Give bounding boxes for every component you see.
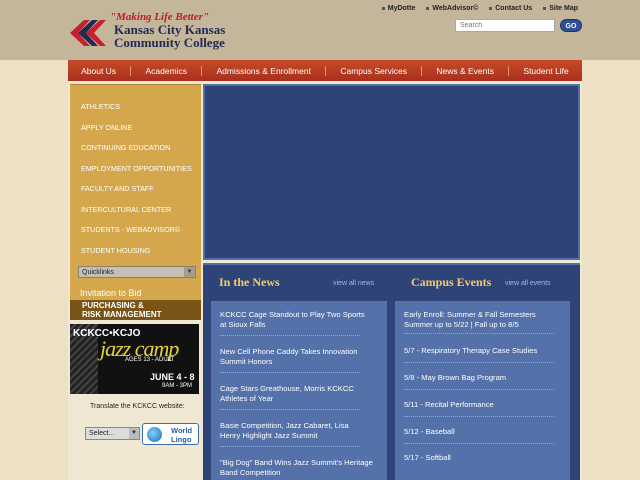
sidebar-item-intercultural[interactable]: INTERCULTURAL CENTER [81,205,171,214]
nav-divider [130,65,132,76]
news-item[interactable]: "Big Dog" Band Wins Jazz Summit's Herita… [220,458,380,478]
kckcc-logo-icon [70,20,106,46]
news-panel: KCKCC Cage Standout to Play Two Sports a… [211,301,387,480]
language-select[interactable]: Select... ▼ [85,427,140,440]
quicklinks-select[interactable]: Quicklinks ▼ [78,266,196,278]
divider [404,443,554,444]
quicklinks-label: Quicklinks [82,269,114,276]
event-item[interactable]: 5/8 - May Brown Bag Program [404,373,564,383]
event-item[interactable]: 5/17 - Softball [404,453,564,463]
bullet-icon [381,6,385,10]
nav-news-events[interactable]: News & Events [436,66,494,76]
sidebar-item-faculty-staff[interactable]: FACULTY AND STAFF [81,184,154,193]
event-item[interactable]: 5/12 - Baseball [404,427,564,437]
nav-student-life[interactable]: Student Life [523,66,568,76]
news-item[interactable]: Cage Stars Greathouse, Morris KCKCC Athl… [220,384,370,404]
event-item[interactable]: 5/11 - Recital Performance [404,400,564,410]
news-heading: In the News [219,275,280,289]
content-area: ATHLETICS APPLY ONLINE CONTINUING EDUCAT… [68,81,582,480]
divider [220,409,360,410]
utility-link-label: Contact Us [495,5,533,12]
bullet-icon [489,6,493,10]
worldlingo-line1: World [171,426,193,435]
sidebar-menu: ATHLETICS APPLY ONLINE CONTINUING EDUCAT… [70,84,201,300]
nav-academics[interactable]: Academics [145,66,187,76]
utility-link-label: WebAdvisor© [432,5,479,12]
bullet-icon [543,6,547,10]
utility-links: MyDotte WebAdvisor© Contact Us Site Map [381,5,578,12]
chevron-down-icon: ▼ [129,428,139,439]
utility-link-contact-us[interactable]: Contact Us [489,5,532,12]
nav-divider [201,65,203,76]
utility-link-label: MyDotte [387,5,416,12]
divider [404,389,554,390]
globe-icon [147,427,162,442]
news-item[interactable]: New Cell Phone Caddy Takes Innovation Su… [220,347,370,367]
sidebar-item-athletics[interactable]: ATHLETICS [81,102,120,111]
nav-about-us[interactable]: About Us [81,66,116,76]
divider [404,416,554,417]
jazz-banner-ages: AGES 13 - ADULT [125,357,175,363]
events-heading: Campus Events [411,275,492,289]
utility-link-mydotte[interactable]: MyDotte [381,5,416,12]
divider [404,333,554,334]
nav-campus-services[interactable]: Campus Services [340,66,407,76]
events-panel: Early Enroll: Summer & Fall Semesters Su… [395,301,570,480]
nav-divider [421,65,423,76]
news-events-section: In the News view all news Campus Events … [203,263,580,480]
left-sidebar: ATHLETICS APPLY ONLINE CONTINUING EDUCAT… [68,81,201,480]
nav-admissions[interactable]: Admissions & Enrollment [216,66,310,76]
utility-link-label: Site Map [549,5,578,12]
event-item[interactable]: Early Enroll: Summer & Fall Semesters Su… [404,310,566,330]
sidebar-item-webadvisor[interactable]: STUDENTS - WEBADVISOR© [81,225,180,234]
language-select-value: Select... [89,430,115,437]
event-item[interactable]: 5/7 - Respiratory Therapy Case Studies [404,346,569,356]
worldlingo-button[interactable]: World Lingo [142,423,199,445]
invitation-to-bid-link[interactable]: Invitation to Bid [70,286,201,300]
sidebar-item-apply-online[interactable]: APPLY ONLINE [81,123,132,132]
divider [220,335,360,336]
college-logo[interactable]: "Making Life Better" Kansas City Kansas … [68,10,243,52]
sidebar-item-employment[interactable]: EMPLOYMENT OPPORTUNITIES [81,164,192,173]
nav-divider [508,65,510,76]
purchasing-banner[interactable]: PURCHASING & RISK MANAGEMENT [70,300,201,320]
search-go-button[interactable]: GO [560,19,582,32]
college-name-line2: Community College [114,35,225,50]
nav-divider [325,65,327,76]
hero-banner[interactable] [203,84,580,260]
news-item[interactable]: Basie Competition, Jazz Cabaret, Lisa He… [220,421,370,441]
sidebar-item-continuing-education[interactable]: CONTINUING EDUCATION [81,143,170,152]
main-nav: About Us Academics Admissions & Enrollme… [68,60,582,81]
view-all-news-link[interactable]: view all news [333,280,374,287]
divider [220,372,360,373]
search-input[interactable] [455,19,555,32]
jazz-banner-dates: JUNE 4 - 8 [150,372,195,382]
divider [404,362,554,363]
view-all-events-link[interactable]: view all events [505,280,551,287]
divider [220,446,360,447]
sidebar-item-student-housing[interactable]: STUDENT HOUSING [81,246,150,255]
translate-label: Translate the KCKCC website: [90,403,185,410]
worldlingo-line2: Lingo [171,435,192,444]
news-item[interactable]: KCKCC Cage Standout to Play Two Sports a… [220,310,370,330]
chevron-down-icon: ▼ [184,267,195,277]
bullet-icon [426,6,430,10]
utility-link-site-map[interactable]: Site Map [543,5,578,12]
jazz-camp-banner[interactable]: KCKCC•KCJO jazz camp AGES 13 - ADULT JUN… [70,324,199,394]
jazz-banner-time: 9AM - 3PM [162,383,193,389]
utility-link-webadvisor[interactable]: WebAdvisor© [426,5,478,12]
purchasing-line2: RISK MANAGEMENT [82,309,162,319]
